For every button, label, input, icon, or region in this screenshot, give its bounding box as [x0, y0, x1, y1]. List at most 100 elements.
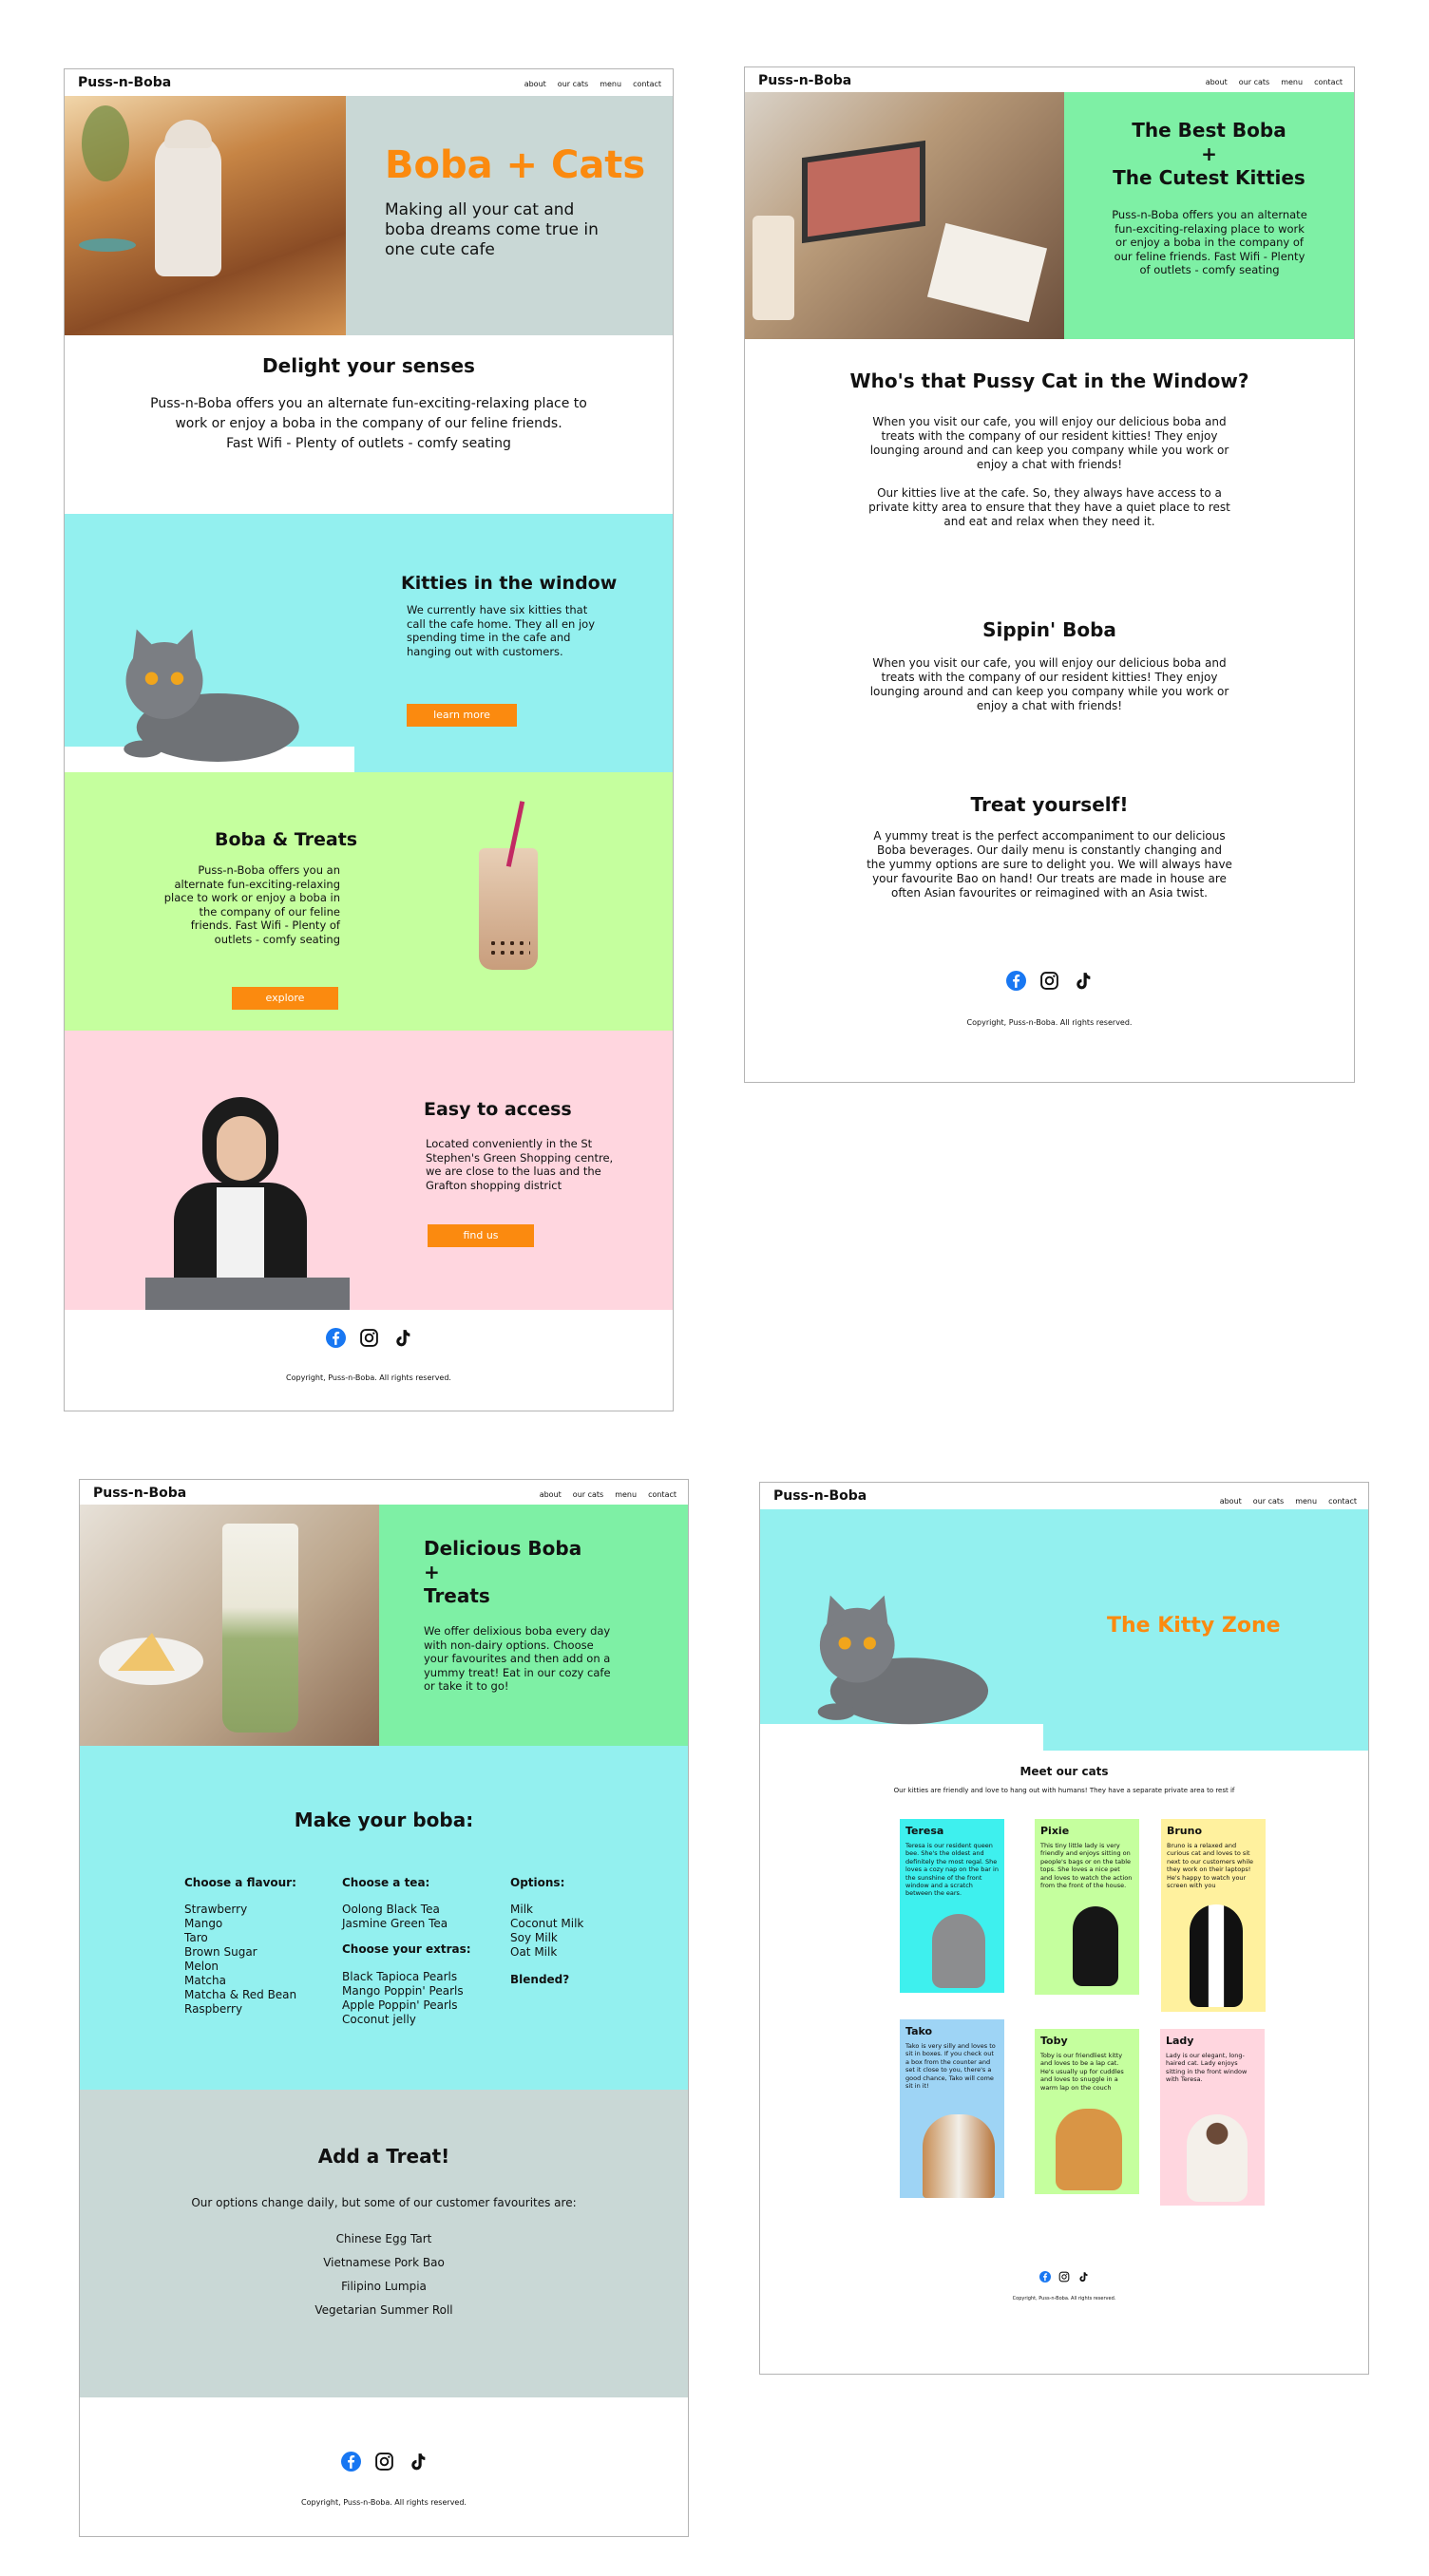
menu-hero: Delicious Boba + Treats We offer delixio…	[80, 1505, 688, 1746]
cat-photo	[1073, 1906, 1118, 1986]
hero-line-cutest-kitties: The Cutest Kitties	[1113, 166, 1305, 189]
nav-contact[interactable]: contact	[1328, 1497, 1357, 1506]
facebook-icon[interactable]	[1039, 2271, 1051, 2282]
nav-contact[interactable]: contact	[1314, 78, 1343, 86]
gray-cat-icon	[760, 1566, 1038, 1733]
brand-logo[interactable]: Puss-n-Boba	[758, 73, 851, 88]
copyright: Copyright, Puss-n-Boba. All rights reser…	[966, 1018, 1133, 1027]
nav-about[interactable]: about	[524, 80, 546, 88]
nav-menu[interactable]: menu	[1295, 1497, 1317, 1506]
cat-description: Tako is very silly and loves to sit in b…	[905, 2042, 996, 2091]
nav-contact[interactable]: contact	[648, 1490, 676, 1499]
facebook-icon[interactable]	[341, 2452, 361, 2472]
tea-option[interactable]: Jasmine Green Tea	[342, 1917, 471, 1931]
delight-text: Puss-n-Boba offers you an alternate fun-…	[150, 396, 587, 431]
nav-menu[interactable]: menu	[1281, 78, 1303, 86]
boba-cup-image	[479, 801, 538, 970]
about-hero-heading: The Best Boba + The Cutest Kitties	[1064, 119, 1354, 190]
flavour-option[interactable]: Matcha & Red Bean	[184, 1988, 296, 2002]
instagram-icon[interactable]	[1058, 2271, 1070, 2282]
instagram-icon[interactable]	[374, 2452, 394, 2472]
facebook-icon[interactable]	[326, 1328, 346, 1348]
find-us-button[interactable]: find us	[428, 1224, 534, 1247]
brand-logo[interactable]: Puss-n-Boba	[773, 1488, 867, 1504]
cat-name: Toby	[1040, 2035, 1068, 2047]
sippin-text: When you visit our cafe, you will enjoy …	[869, 656, 1229, 712]
flavour-option[interactable]: Brown Sugar	[184, 1945, 296, 1960]
cat-card-toby[interactable]: Toby Toby is our friendliest kitty and l…	[1035, 2029, 1139, 2194]
nav-menu[interactable]: menu	[615, 1490, 637, 1499]
nav-about[interactable]: about	[1206, 78, 1228, 86]
hero-section: Boba + Cats Making all your cat and boba…	[65, 96, 673, 335]
treat-item: Vegetarian Summer Roll	[314, 2303, 453, 2317]
flavour-option[interactable]: Matcha	[184, 1974, 296, 1988]
tiktok-icon[interactable]	[1077, 2271, 1089, 2282]
nav-menu[interactable]: menu	[600, 80, 621, 88]
window-text-1: When you visit our cafe, you will enjoy …	[869, 415, 1229, 471]
instagram-icon[interactable]	[359, 1328, 379, 1348]
milk-option[interactable]: Milk	[510, 1903, 583, 1917]
extra-option[interactable]: Mango Poppin' Pearls	[342, 1984, 471, 1998]
nav-our-cats[interactable]: our cats	[1253, 1497, 1284, 1506]
nav-our-cats[interactable]: our cats	[573, 1490, 603, 1499]
nav-about[interactable]: about	[540, 1490, 562, 1499]
nav-links: about our cats menu contact	[1206, 78, 1343, 86]
cat-photo	[932, 1914, 985, 1988]
nav-links: about our cats menu contact	[524, 80, 661, 88]
brand-logo[interactable]: Puss-n-Boba	[78, 75, 171, 90]
nav-about[interactable]: about	[1220, 1497, 1242, 1506]
milk-option[interactable]: Soy Milk	[510, 1931, 583, 1945]
tiktok-icon[interactable]	[1073, 971, 1093, 991]
copyright: Copyright, Puss-n-Boba. All rights reser…	[286, 1373, 451, 1382]
cat-card-tako[interactable]: Tako Tako is very silly and loves to sit…	[900, 2019, 1004, 2198]
window-section: Who's that Pussy Cat in the Window? When…	[745, 369, 1354, 529]
hero-line-treats: Treats	[424, 1584, 490, 1607]
cat-name: Lady	[1166, 2035, 1194, 2047]
flavour-option[interactable]: Raspberry	[184, 2002, 296, 2017]
woman-drinking-photo	[145, 1097, 350, 1310]
extra-option[interactable]: Coconut jelly	[342, 2013, 471, 2027]
milk-option[interactable]: Coconut Milk	[510, 1917, 583, 1931]
menu-hero-text: We offer delixious boba every day with n…	[424, 1624, 611, 1693]
treat-list: Chinese Egg Tart Vietnamese Pork Bao Fil…	[80, 2227, 688, 2322]
nav-contact[interactable]: contact	[633, 80, 661, 88]
cat-card-pixie[interactable]: Pixie This tiny little lady is very frie…	[1035, 1819, 1139, 1995]
cats-page-frame: Puss-n-Boba about our cats menu contact …	[759, 1482, 1369, 2375]
hero-photo-woman-cafe	[65, 96, 346, 335]
tiktok-icon[interactable]	[392, 1328, 412, 1348]
cat-card-teresa[interactable]: Teresa Teresa is our resident queen bee.…	[900, 1819, 1004, 1993]
cat-description: Lady is our elegant, long-haired cat. La…	[1166, 2052, 1248, 2084]
brand-logo[interactable]: Puss-n-Boba	[93, 1486, 186, 1501]
social-links	[745, 971, 1354, 991]
nav-our-cats[interactable]: our cats	[1239, 78, 1269, 86]
facebook-icon[interactable]	[1006, 971, 1026, 991]
meet-title: Meet our cats	[1019, 1765, 1109, 1778]
kitty-zone-hero: The Kitty Zone	[760, 1509, 1368, 1751]
instagram-icon[interactable]	[1039, 971, 1059, 991]
menu-hero-heading: Delicious Boba + Treats	[424, 1537, 581, 1608]
menu-page-frame: Puss-n-Boba about our cats menu contact …	[79, 1479, 689, 2537]
flavour-option[interactable]: Mango	[184, 1917, 296, 1931]
add-treat-section: Add a Treat! Our options change daily, b…	[80, 2090, 688, 2397]
nav-our-cats[interactable]: our cats	[558, 80, 588, 88]
navbar: Puss-n-Boba about our cats menu contact	[745, 67, 1354, 94]
flavour-option[interactable]: Melon	[184, 1960, 296, 1974]
options-column: Options: Milk Coconut Milk Soy Milk Oat …	[510, 1876, 583, 1987]
treat-item: Filipino Lumpia	[341, 2280, 427, 2293]
cat-card-lady[interactable]: Lady Lady is our elegant, long-haired ca…	[1160, 2029, 1265, 2206]
cat-description: Bruno is a relaxed and curious cat and l…	[1167, 1842, 1253, 1890]
extra-option[interactable]: Apple Poppin' Pearls	[342, 1998, 471, 2013]
flavour-option[interactable]: Taro	[184, 1931, 296, 1945]
make-boba-section: Make your boba: Choose a flavour: Strawb…	[80, 1746, 688, 2090]
explore-button[interactable]: explore	[232, 987, 338, 1010]
milk-option[interactable]: Oat Milk	[510, 1945, 583, 1960]
blended-option[interactable]: Blended?	[510, 1973, 583, 1987]
cat-card-bruno[interactable]: Bruno Bruno is a relaxed and curious cat…	[1161, 1819, 1266, 2012]
extra-option[interactable]: Black Tapioca Pearls	[342, 1970, 471, 1984]
boba-treats-section: Boba & Treats Puss-n-Boba offers you an …	[65, 772, 673, 1031]
learn-more-button[interactable]: learn more	[407, 704, 517, 727]
extras-title: Choose your extras:	[342, 1942, 471, 1956]
tiktok-icon[interactable]	[408, 2452, 428, 2472]
tea-option[interactable]: Oolong Black Tea	[342, 1903, 471, 1917]
flavour-option[interactable]: Strawberry	[184, 1903, 296, 1917]
